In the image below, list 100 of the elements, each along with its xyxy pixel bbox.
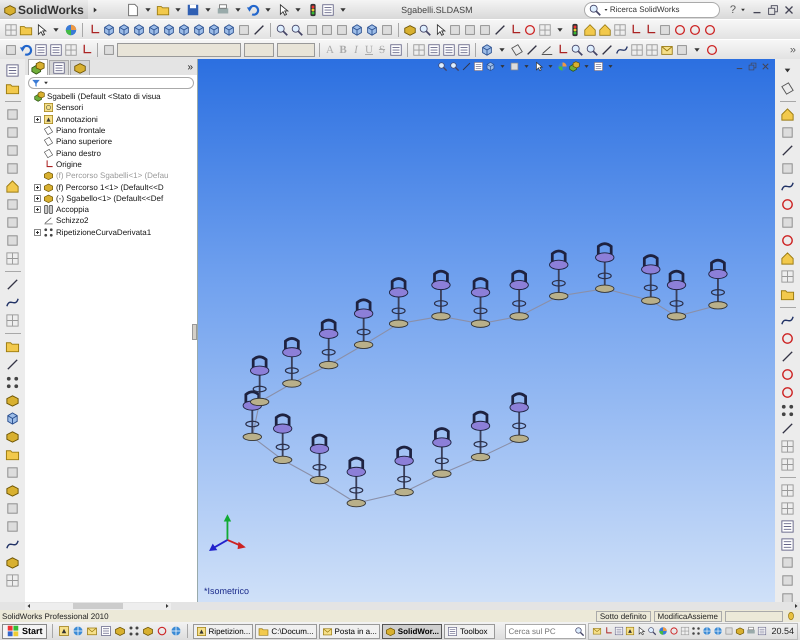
line-icon[interactable]: [780, 143, 795, 158]
circle-icon[interactable]: [703, 22, 717, 36]
cube-icon[interactable]: [484, 60, 496, 72]
square-icon[interactable]: [380, 22, 394, 36]
tree-item[interactable]: (-) Sgabello<1> (Default<<Def: [56, 194, 164, 203]
part-icon[interactable]: [142, 625, 154, 637]
expand-toggle[interactable]: [34, 194, 41, 202]
mates-icon[interactable]: [43, 204, 54, 216]
cube-icon[interactable]: [162, 22, 176, 36]
line-icon[interactable]: [600, 42, 614, 56]
list-icon[interactable]: [457, 42, 471, 56]
house-icon[interactable]: [780, 251, 795, 266]
cube-icon[interactable]: [117, 22, 131, 36]
list-icon[interactable]: [757, 626, 768, 636]
envelope-icon[interactable]: [592, 626, 602, 636]
start-button[interactable]: Start: [2, 624, 47, 638]
tree-item[interactable]: RipetizioneCurvaDerivata1: [56, 228, 152, 237]
more-button[interactable]: »: [790, 44, 800, 56]
panel-tab[interactable]: [49, 60, 69, 75]
cube-icon[interactable]: [192, 22, 206, 36]
circle-icon[interactable]: [673, 22, 687, 36]
list-icon[interactable]: [780, 537, 795, 552]
search-field[interactable]: Ricerca SolidWorks: [584, 2, 720, 18]
restore-icon[interactable]: [766, 2, 780, 16]
plane-icon[interactable]: [780, 81, 795, 96]
tree-item[interactable]: Piano superiore: [56, 137, 112, 146]
pointer-icon[interactable]: [636, 626, 646, 636]
grid-icon[interactable]: [645, 42, 659, 56]
cube-icon[interactable]: [147, 22, 161, 36]
cube-icon[interactable]: [102, 22, 116, 36]
sphere-icon[interactable]: [658, 626, 668, 636]
square-icon[interactable]: [658, 22, 672, 36]
taskbar-button[interactable]: Toolbox: [444, 624, 496, 638]
square-icon[interactable]: [4, 42, 18, 56]
square-icon[interactable]: [320, 22, 334, 36]
part-icon[interactable]: [403, 22, 417, 36]
arrow-left-icon[interactable]: [25, 602, 33, 610]
scroll-thumb[interactable]: [73, 603, 123, 609]
circle-icon[interactable]: [780, 331, 795, 346]
circle-icon[interactable]: [523, 22, 537, 36]
cube-icon[interactable]: [365, 22, 379, 36]
assembly-icon[interactable]: [568, 60, 580, 72]
plane-icon[interactable]: [43, 136, 54, 148]
circle-icon[interactable]: [156, 625, 168, 637]
square-icon[interactable]: [335, 22, 349, 36]
circle-icon[interactable]: [780, 197, 795, 212]
list-icon[interactable]: [389, 42, 403, 56]
scroll-bar[interactable]: [25, 602, 171, 610]
size-dropdown[interactable]: [244, 42, 274, 56]
magnifier-icon[interactable]: [275, 22, 289, 36]
list-icon[interactable]: [49, 42, 63, 56]
filter-field[interactable]: [28, 77, 194, 89]
pattern-icon[interactable]: [5, 375, 20, 390]
coin-icon[interactable]: [786, 611, 796, 621]
list-icon[interactable]: [320, 2, 335, 16]
magnifier-icon[interactable]: [585, 42, 599, 56]
part-icon[interactable]: [5, 393, 20, 408]
line-icon[interactable]: [5, 357, 20, 372]
expand-toggle[interactable]: [34, 116, 41, 123]
list-icon[interactable]: [780, 519, 795, 534]
logo-button[interactable]: SolidWorks: [0, 0, 88, 19]
font-dropdown[interactable]: [117, 42, 241, 56]
part-icon[interactable]: [43, 182, 54, 193]
cube-icon[interactable]: [207, 22, 221, 36]
undo-icon[interactable]: [19, 42, 33, 56]
list-icon[interactable]: [427, 42, 441, 56]
line-icon[interactable]: [780, 421, 795, 436]
envelope-icon[interactable]: [86, 625, 98, 637]
help-button[interactable]: ?: [730, 4, 736, 16]
magnifier-icon[interactable]: [418, 22, 432, 36]
taskbar-button[interactable]: Posta in a...: [318, 624, 380, 638]
house-icon[interactable]: [583, 22, 597, 36]
cube-icon[interactable]: [5, 411, 20, 426]
list-icon[interactable]: [5, 63, 20, 78]
magnifier-icon[interactable]: [436, 60, 448, 72]
square-icon[interactable]: [5, 197, 20, 212]
arrow-right-icon[interactable]: [163, 602, 171, 610]
search-field[interactable]: Cerca sul PC: [505, 624, 586, 638]
expand-toggle[interactable]: [34, 228, 41, 236]
square-icon[interactable]: [5, 125, 20, 140]
taskbar-button[interactable]: Ripetizion...: [192, 624, 254, 638]
circle-icon[interactable]: [688, 22, 702, 36]
part-icon[interactable]: [5, 429, 20, 444]
magnifier-icon[interactable]: [290, 22, 304, 36]
line-icon[interactable]: [5, 277, 20, 292]
tag-icon[interactable]: [625, 626, 636, 636]
square-icon[interactable]: [5, 161, 20, 176]
line-icon[interactable]: [525, 42, 539, 56]
pattern-icon[interactable]: [43, 226, 54, 238]
more-button[interactable]: »: [187, 62, 197, 72]
line-icon[interactable]: [493, 22, 507, 36]
magnifier-icon[interactable]: [570, 42, 584, 56]
cube-icon[interactable]: [222, 22, 236, 36]
globe-icon[interactable]: [713, 626, 724, 636]
circle-icon[interactable]: [669, 626, 680, 636]
square-icon[interactable]: [5, 501, 20, 516]
cube-icon[interactable]: [350, 22, 364, 36]
tree-item[interactable]: Sgabelli (Default <Stato di visua: [47, 92, 161, 102]
panel-tab[interactable]: [70, 60, 90, 75]
taskbar-button[interactable]: C:\Docum...: [255, 624, 317, 638]
